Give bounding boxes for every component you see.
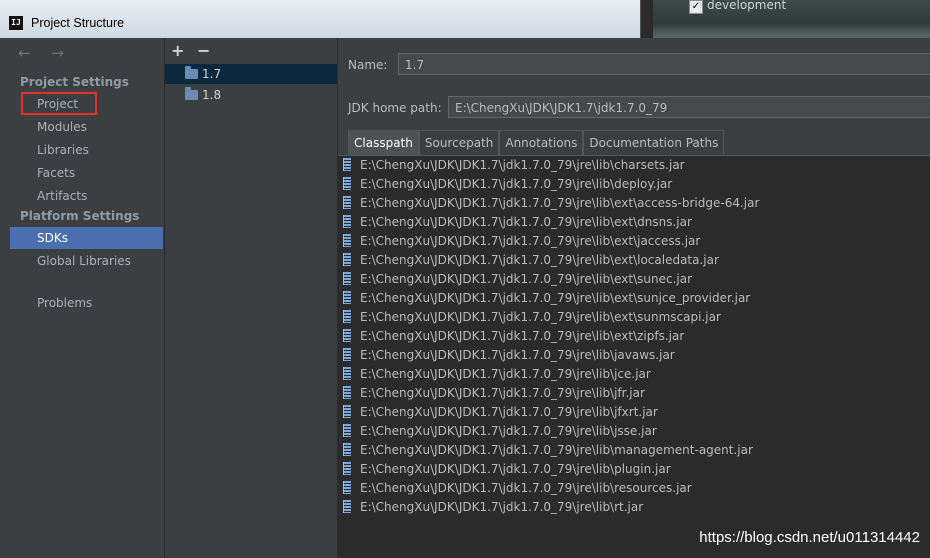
jar-icon xyxy=(343,443,351,456)
development-checkbox[interactable]: ✓ xyxy=(689,0,703,14)
classpath-entry: E:\ChengXu\JDK\JDK1.7\jdk1.7.0_79\jre\li… xyxy=(360,481,692,495)
list-item[interactable]: E:\ChengXu\JDK\JDK1.7\jdk1.7.0_79\jre\li… xyxy=(338,270,930,289)
back-forward-arrows-icon[interactable]: ← → xyxy=(18,44,72,62)
classpath-entry: E:\ChengXu\JDK\JDK1.7\jdk1.7.0_79\jre\li… xyxy=(360,367,651,381)
watermark-text: https://blog.csdn.net/u011314442 xyxy=(699,529,920,546)
sdk-detail-panel: Name: 1.7 JDK home path: E:\ChengXu\JDK\… xyxy=(338,38,930,558)
classpath-entry: E:\ChengXu\JDK\JDK1.7\jdk1.7.0_79\jre\li… xyxy=(360,291,751,305)
window-title: Project Structure xyxy=(31,16,125,30)
platform-settings-header: Platform Settings xyxy=(20,209,140,223)
sdk-list-panel: + − 1.7 1.8 xyxy=(165,38,338,557)
classpath-entry: E:\ChengXu\JDK\JDK1.7\jdk1.7.0_79\jre\li… xyxy=(360,405,658,419)
classpath-entry: E:\ChengXu\JDK\JDK1.7\jdk1.7.0_79\jre\li… xyxy=(360,158,685,172)
nav-item-problems[interactable]: Problems xyxy=(10,292,163,314)
nav-item-artifacts[interactable]: Artifacts xyxy=(10,185,163,207)
classpath-entry: E:\ChengXu\JDK\JDK1.7\jdk1.7.0_79\jre\li… xyxy=(360,272,692,286)
list-item[interactable]: E:\ChengXu\JDK\JDK1.7\jdk1.7.0_79\jre\li… xyxy=(338,498,930,517)
sdk-item-label: 1.8 xyxy=(202,88,222,102)
list-item[interactable]: E:\ChengXu\JDK\JDK1.7\jdk1.7.0_79\jre\li… xyxy=(338,156,930,175)
remove-sdk-button[interactable]: − xyxy=(197,41,210,60)
jar-icon xyxy=(343,424,351,437)
classpath-entry: E:\ChengXu\JDK\JDK1.7\jdk1.7.0_79\jre\li… xyxy=(360,253,719,267)
list-item[interactable]: E:\ChengXu\JDK\JDK1.7\jdk1.7.0_79\jre\li… xyxy=(338,460,930,479)
list-item[interactable]: E:\ChengXu\JDK\JDK1.7\jdk1.7.0_79\jre\li… xyxy=(338,327,930,346)
jar-icon xyxy=(343,367,351,380)
sdk-item-label: 1.7 xyxy=(202,67,222,81)
jar-icon xyxy=(343,405,351,418)
add-sdk-button[interactable]: + xyxy=(171,41,184,60)
list-item[interactable]: E:\ChengXu\JDK\JDK1.7\jdk1.7.0_79\jre\li… xyxy=(338,422,930,441)
classpath-entry: E:\ChengXu\JDK\JDK1.7\jdk1.7.0_79\jre\li… xyxy=(360,215,692,229)
sdk-folder-icon xyxy=(185,87,198,100)
jar-icon xyxy=(343,462,351,475)
classpath-entry: E:\ChengXu\JDK\JDK1.7\jdk1.7.0_79\jre\li… xyxy=(360,386,645,400)
nav-item-sdks[interactable]: SDKs xyxy=(10,227,163,249)
classpath-entry: E:\ChengXu\JDK\JDK1.7\jdk1.7.0_79\jre\li… xyxy=(360,443,753,457)
classpath-entry: E:\ChengXu\JDK\JDK1.7\jdk1.7.0_79\jre\li… xyxy=(360,177,673,191)
jar-icon xyxy=(343,329,351,342)
classpath-entry: E:\ChengXu\JDK\JDK1.7\jdk1.7.0_79\jre\li… xyxy=(360,329,685,343)
tab-documentation-paths[interactable]: Documentation Paths xyxy=(583,130,725,155)
classpath-entry: E:\ChengXu\JDK\JDK1.7\jdk1.7.0_79\jre\li… xyxy=(360,234,701,248)
jar-icon xyxy=(343,348,351,361)
jar-icon xyxy=(343,310,351,323)
list-item[interactable]: E:\ChengXu\JDK\JDK1.7\jdk1.7.0_79\jre\li… xyxy=(338,289,930,308)
sdk-name-field[interactable]: 1.7 xyxy=(398,53,930,75)
jar-icon xyxy=(343,386,351,399)
settings-nav: ← → Project Settings Project Modules Lib… xyxy=(10,38,165,557)
list-item[interactable]: E:\ChengXu\JDK\JDK1.7\jdk1.7.0_79\jre\li… xyxy=(338,403,930,422)
nav-item-facets[interactable]: Facets xyxy=(10,162,163,184)
sdk-toolbar: + − xyxy=(165,38,337,64)
tab-annotations[interactable]: Annotations xyxy=(499,130,584,155)
jar-icon xyxy=(343,158,351,171)
jar-icon xyxy=(343,253,351,266)
classpath-entry: E:\ChengXu\JDK\JDK1.7\jdk1.7.0_79\jre\li… xyxy=(360,348,675,362)
list-item[interactable]: E:\ChengXu\JDK\JDK1.7\jdk1.7.0_79\jre\li… xyxy=(338,175,930,194)
jar-icon xyxy=(343,291,351,304)
tab-sourcepath[interactable]: Sourcepath xyxy=(418,130,500,155)
list-item[interactable]: E:\ChengXu\JDK\JDK1.7\jdk1.7.0_79\jre\li… xyxy=(338,232,930,251)
list-item[interactable]: E:\ChengXu\JDK\JDK1.7\jdk1.7.0_79\jre\li… xyxy=(338,346,930,365)
sdk-item[interactable]: 1.7 xyxy=(165,64,337,84)
background-window: ✓ development xyxy=(640,0,930,38)
list-item[interactable]: E:\ChengXu\JDK\JDK1.7\jdk1.7.0_79\jre\li… xyxy=(338,384,930,403)
intellij-logo-icon: IJ xyxy=(9,16,23,30)
nav-item-global-libraries[interactable]: Global Libraries xyxy=(10,250,163,272)
jar-icon xyxy=(343,500,351,513)
window-titlebar: IJ Project Structure xyxy=(0,0,640,39)
jar-icon xyxy=(343,234,351,247)
list-item[interactable]: E:\ChengXu\JDK\JDK1.7\jdk1.7.0_79\jre\li… xyxy=(338,251,930,270)
nav-item-modules[interactable]: Modules xyxy=(10,116,163,138)
annotation-highlight-box xyxy=(21,92,97,115)
name-label: Name: xyxy=(348,58,388,72)
classpath-entry: E:\ChengXu\JDK\JDK1.7\jdk1.7.0_79\jre\li… xyxy=(360,424,657,438)
jar-icon xyxy=(343,215,351,228)
jdk-home-path-label: JDK home path: xyxy=(348,101,442,115)
sdk-tabs: Classpath Sourcepath Annotations Documen… xyxy=(348,130,725,155)
classpath-entry: E:\ChengXu\JDK\JDK1.7\jdk1.7.0_79\jre\li… xyxy=(360,196,760,210)
tab-classpath[interactable]: Classpath xyxy=(348,130,419,155)
classpath-list: E:\ChengXu\JDK\JDK1.7\jdk1.7.0_79\jre\li… xyxy=(338,155,930,558)
nav-item-libraries[interactable]: Libraries xyxy=(10,139,163,161)
jar-icon xyxy=(343,196,351,209)
jar-icon xyxy=(343,481,351,494)
list-item[interactable]: E:\ChengXu\JDK\JDK1.7\jdk1.7.0_79\jre\li… xyxy=(338,308,930,327)
sdk-item[interactable]: 1.8 xyxy=(165,85,337,105)
classpath-entry: E:\ChengXu\JDK\JDK1.7\jdk1.7.0_79\jre\li… xyxy=(360,310,721,324)
jar-icon xyxy=(343,177,351,190)
list-item[interactable]: E:\ChengXu\JDK\JDK1.7\jdk1.7.0_79\jre\li… xyxy=(338,194,930,213)
jar-icon xyxy=(343,272,351,285)
project-structure-dialog: ← → Project Settings Project Modules Lib… xyxy=(0,38,930,558)
list-item[interactable]: E:\ChengXu\JDK\JDK1.7\jdk1.7.0_79\jre\li… xyxy=(338,441,930,460)
classpath-entry: E:\ChengXu\JDK\JDK1.7\jdk1.7.0_79\jre\li… xyxy=(360,500,644,514)
list-item[interactable]: E:\ChengXu\JDK\JDK1.7\jdk1.7.0_79\jre\li… xyxy=(338,365,930,384)
jdk-home-path-field[interactable]: E:\ChengXu\JDK\JDK1.7\jdk1.7.0_79 xyxy=(448,96,930,118)
classpath-entry: E:\ChengXu\JDK\JDK1.7\jdk1.7.0_79\jre\li… xyxy=(360,462,671,476)
sdk-folder-icon xyxy=(185,66,198,79)
list-item[interactable]: E:\ChengXu\JDK\JDK1.7\jdk1.7.0_79\jre\li… xyxy=(338,479,930,498)
project-settings-header: Project Settings xyxy=(20,75,129,89)
development-label: development xyxy=(707,0,787,12)
list-item[interactable]: E:\ChengXu\JDK\JDK1.7\jdk1.7.0_79\jre\li… xyxy=(338,213,930,232)
